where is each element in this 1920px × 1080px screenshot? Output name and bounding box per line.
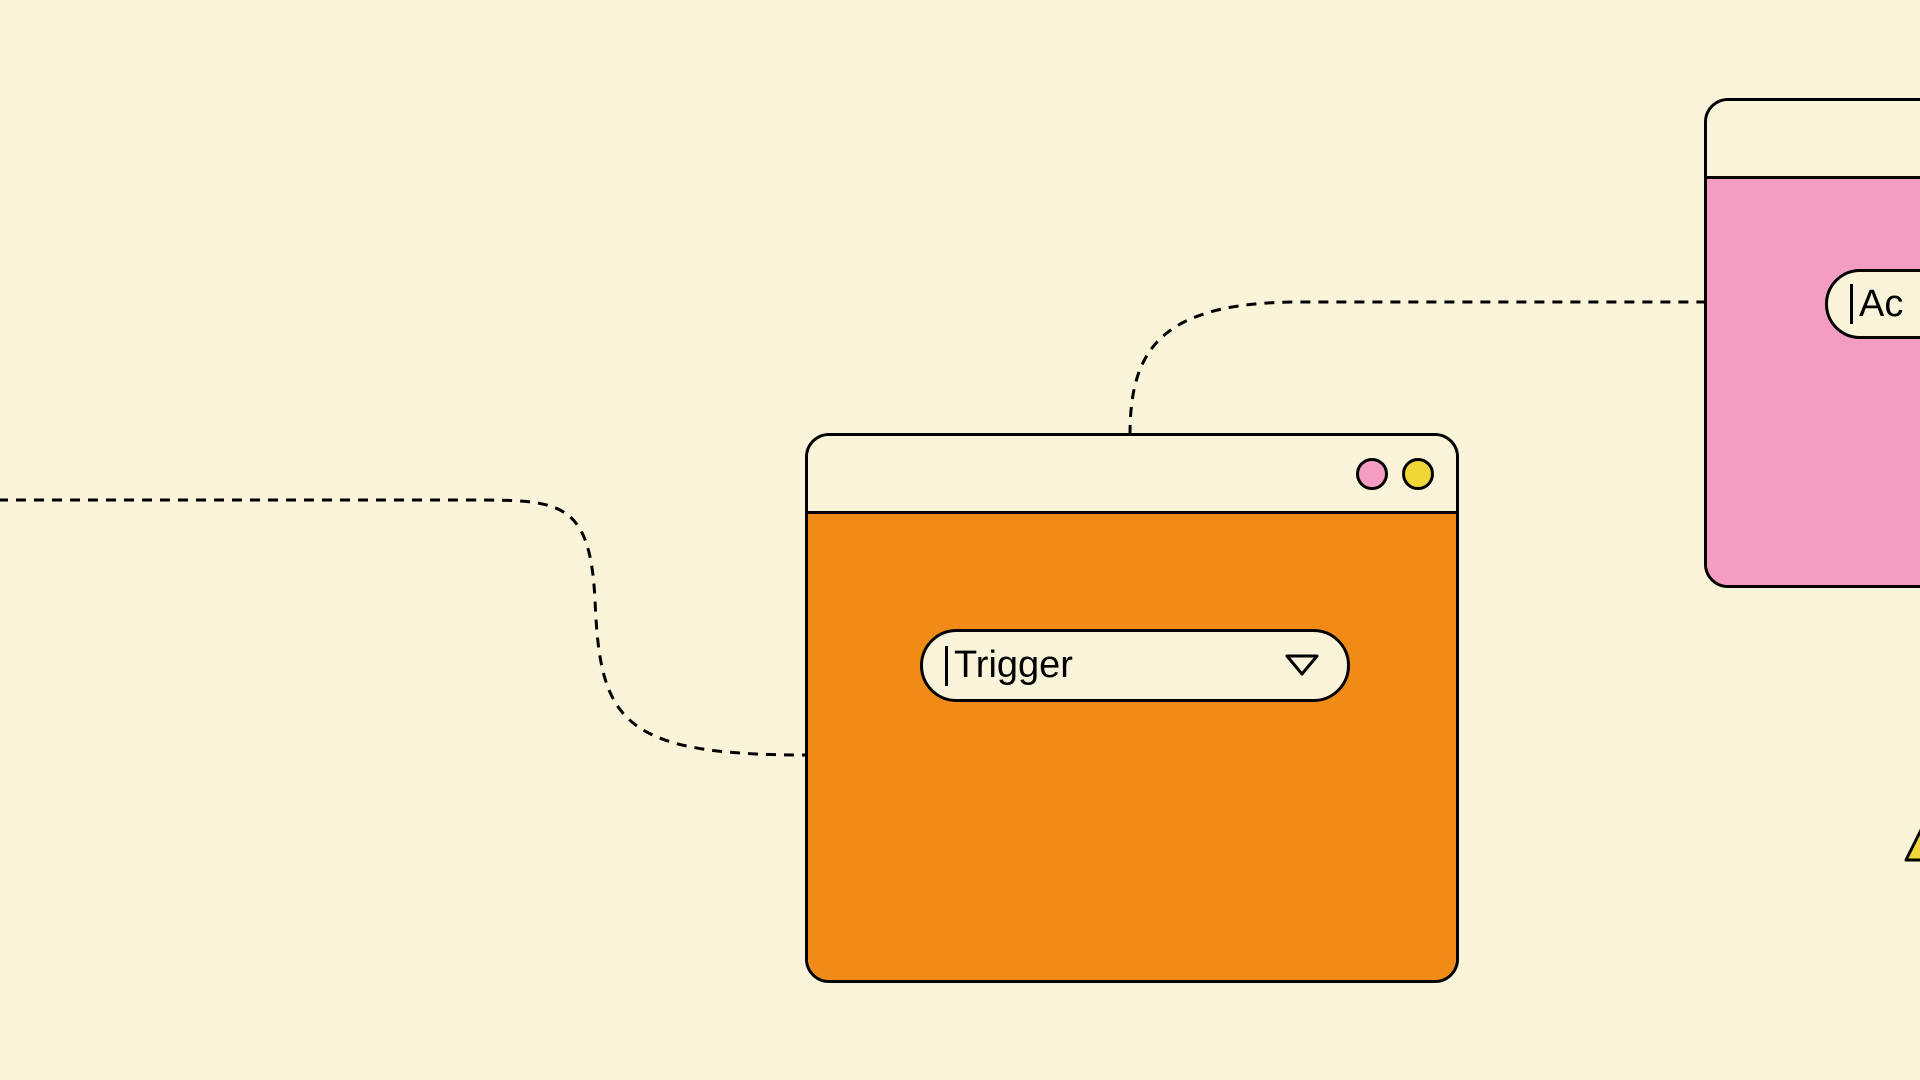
dropdown-label: Trigger bbox=[954, 644, 1285, 687]
connector-right bbox=[1130, 302, 1704, 435]
window-control-dot-yellow[interactable] bbox=[1402, 458, 1434, 490]
chevron-down-icon bbox=[1285, 654, 1319, 678]
window-titlebar bbox=[1707, 101, 1920, 179]
action-dropdown[interactable]: Ac bbox=[1825, 269, 1920, 339]
window-control-dot-pink[interactable] bbox=[1356, 458, 1388, 490]
text-cursor-icon bbox=[945, 646, 948, 686]
text-cursor-icon bbox=[1850, 284, 1853, 324]
window-titlebar bbox=[808, 436, 1456, 514]
window-body: Ac bbox=[1707, 179, 1920, 585]
connector-left bbox=[0, 500, 805, 755]
dropdown-label: Ac bbox=[1859, 283, 1920, 326]
decorative-triangle-icon bbox=[1896, 810, 1920, 875]
action-window[interactable]: Ac bbox=[1704, 98, 1920, 588]
window-body: Trigger bbox=[808, 514, 1456, 980]
diagram-canvas: Trigger Ac bbox=[0, 0, 1920, 1080]
trigger-dropdown[interactable]: Trigger bbox=[920, 629, 1350, 702]
trigger-window[interactable]: Trigger bbox=[805, 433, 1459, 983]
